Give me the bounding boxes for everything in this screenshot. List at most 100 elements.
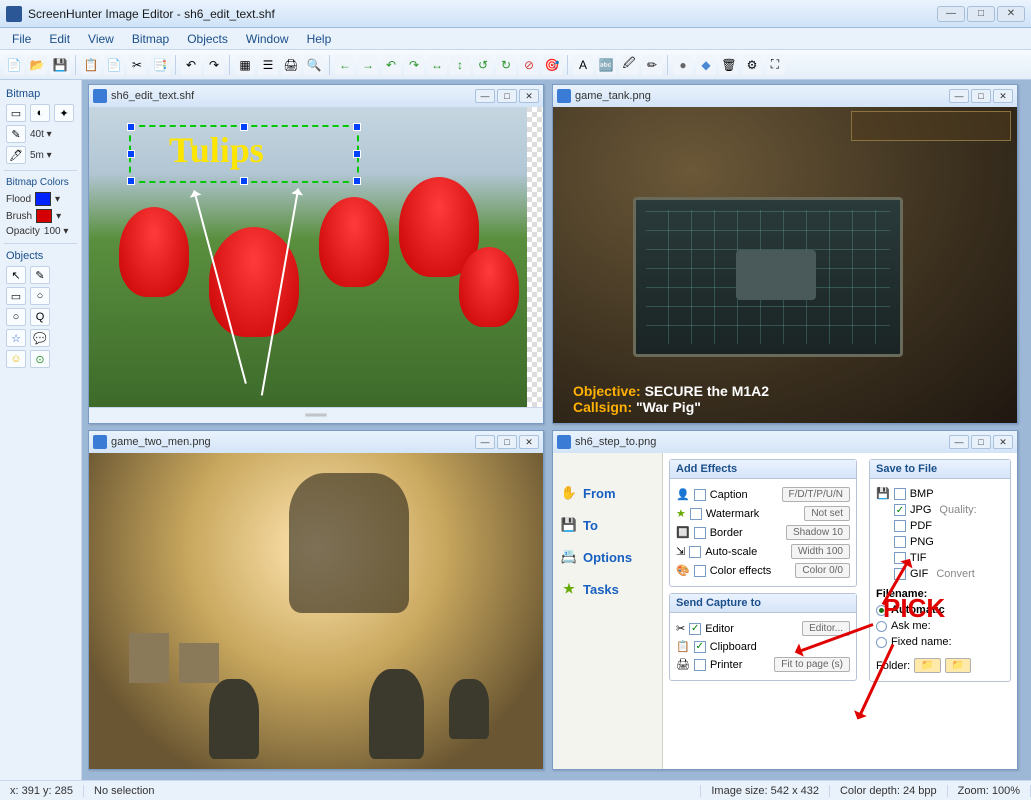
magic-tool[interactable]: ✦ bbox=[54, 104, 74, 122]
menu-help[interactable]: Help bbox=[299, 30, 340, 48]
star-tool[interactable]: ☆ bbox=[6, 329, 26, 347]
caption-checkbox[interactable] bbox=[694, 489, 706, 501]
printer-button[interactable]: Fit to page (s) bbox=[774, 657, 850, 672]
nav-tasks[interactable]: ★Tasks bbox=[553, 573, 662, 605]
border-button[interactable]: Shadow 10 bbox=[786, 525, 850, 540]
child-window-tank[interactable]: game_tank.png —□✕ Objective: SECURE the … bbox=[552, 84, 1018, 424]
child-window-twomen[interactable]: game_two_men.png —□✕ bbox=[88, 430, 544, 770]
new-icon[interactable]: 📄 bbox=[4, 55, 24, 75]
arrow-left-icon[interactable]: ← bbox=[335, 55, 355, 75]
child-close-button[interactable]: ✕ bbox=[993, 435, 1013, 449]
balloon-tool[interactable]: Q bbox=[30, 308, 50, 326]
undo-icon[interactable]: ↶ bbox=[181, 55, 201, 75]
brush-color-swatch[interactable] bbox=[36, 209, 52, 223]
smiley-tool[interactable]: ☺ bbox=[6, 350, 26, 368]
pencil-icon[interactable]: ✏ bbox=[642, 55, 662, 75]
copy-icon[interactable]: 📋 bbox=[81, 55, 101, 75]
canvas-tank[interactable]: Objective: SECURE the M1A2 Callsign: "Wa… bbox=[553, 107, 1017, 423]
cut-icon[interactable]: ✂ bbox=[127, 55, 147, 75]
target-icon[interactable]: 🎯 bbox=[542, 55, 562, 75]
edit-tool[interactable]: ✎ bbox=[30, 266, 50, 284]
save-icon[interactable]: 💾 bbox=[50, 55, 70, 75]
rect-tool[interactable]: ▭ bbox=[6, 287, 26, 305]
watermark-checkbox[interactable] bbox=[690, 508, 702, 520]
redo-icon[interactable]: ↷ bbox=[204, 55, 224, 75]
flood-dropdown[interactable]: ▾ bbox=[55, 194, 60, 205]
duplicate-icon[interactable]: 📑 bbox=[150, 55, 170, 75]
close-button[interactable]: ✕ bbox=[997, 6, 1025, 22]
rotate-ccw-icon[interactable]: ↺ bbox=[473, 55, 493, 75]
canvas-step[interactable]: ✋From 💾To 📇Options ★Tasks Add Effects 👤C… bbox=[553, 453, 1017, 769]
printer-checkbox[interactable] bbox=[694, 659, 706, 671]
pen-icon[interactable]: 🖊 bbox=[6, 146, 26, 164]
child-close-button[interactable]: ✕ bbox=[519, 89, 539, 103]
rotate-cw-icon[interactable]: ↻ bbox=[496, 55, 516, 75]
circle-tool[interactable]: ○ bbox=[30, 287, 50, 305]
selection-box[interactable] bbox=[129, 125, 359, 183]
autoscale-checkbox[interactable] bbox=[689, 546, 701, 558]
select-icon[interactable]: ▦ bbox=[235, 55, 255, 75]
menu-bitmap[interactable]: Bitmap bbox=[124, 30, 177, 48]
font-icon[interactable]: 🔤 bbox=[596, 55, 616, 75]
editor-checkbox[interactable]: ✓ bbox=[689, 623, 701, 635]
child-close-button[interactable]: ✕ bbox=[519, 435, 539, 449]
coloreffects-button[interactable]: Color 0/0 bbox=[795, 563, 850, 578]
ellipse-tool[interactable]: ○ bbox=[6, 308, 26, 326]
canvas-tulips[interactable]: Tulips bbox=[89, 107, 543, 407]
fixed-radio[interactable] bbox=[876, 637, 887, 648]
nav-options[interactable]: 📇Options bbox=[553, 541, 662, 573]
trash-icon[interactable]: 🗑 bbox=[719, 55, 739, 75]
prohibit-icon[interactable]: ⊘ bbox=[519, 55, 539, 75]
stamp-tool[interactable]: ⊙ bbox=[30, 350, 50, 368]
open-icon[interactable]: 📂 bbox=[27, 55, 47, 75]
minimize-button[interactable]: — bbox=[937, 6, 965, 22]
folder-button-1[interactable]: 📁 bbox=[914, 658, 940, 673]
child-close-button[interactable]: ✕ bbox=[993, 89, 1013, 103]
folder-button-2[interactable]: 📁 bbox=[945, 658, 971, 673]
child-titlebar[interactable]: game_two_men.png —□✕ bbox=[89, 431, 543, 453]
print-icon[interactable]: 🖨 bbox=[281, 55, 301, 75]
child-min-button[interactable]: — bbox=[949, 435, 969, 449]
maximize-button[interactable]: □ bbox=[967, 6, 995, 22]
rect-select-tool[interactable]: ▭ bbox=[6, 104, 26, 122]
child-min-button[interactable]: — bbox=[475, 435, 495, 449]
list-icon[interactable]: ☰ bbox=[258, 55, 278, 75]
flip-v-icon[interactable]: ↕ bbox=[450, 55, 470, 75]
paste-icon[interactable]: 📄 bbox=[104, 55, 124, 75]
jpg-checkbox[interactable]: ✓ bbox=[894, 504, 906, 516]
child-max-button[interactable]: □ bbox=[497, 435, 517, 449]
menu-file[interactable]: File bbox=[4, 30, 39, 48]
zoom-icon[interactable]: 🔍 bbox=[304, 55, 324, 75]
flip-h-icon[interactable]: ↔ bbox=[427, 55, 447, 75]
undo-green-icon[interactable]: ↶ bbox=[381, 55, 401, 75]
child-titlebar[interactable]: sh6_edit_text.shf — □ ✕ bbox=[89, 85, 543, 107]
redo-green-icon[interactable]: ↷ bbox=[404, 55, 424, 75]
callout-tool[interactable]: 💬 bbox=[30, 329, 50, 347]
gear-icon[interactable]: ⚙ bbox=[742, 55, 762, 75]
pointer-tool[interactable]: ↖ bbox=[6, 266, 26, 284]
menu-edit[interactable]: Edit bbox=[41, 30, 78, 48]
menu-view[interactable]: View bbox=[80, 30, 122, 48]
brush-dropdown[interactable]: ▾ bbox=[56, 211, 61, 222]
tolerance-label[interactable]: 40t ▾ bbox=[30, 129, 52, 140]
border-checkbox[interactable] bbox=[694, 527, 706, 539]
child-min-button[interactable]: — bbox=[949, 89, 969, 103]
text-icon[interactable]: A bbox=[573, 55, 593, 75]
ellipse-select-tool[interactable]: ◐ bbox=[30, 104, 50, 122]
pdf-checkbox[interactable] bbox=[894, 520, 906, 532]
child-max-button[interactable]: □ bbox=[497, 89, 517, 103]
caption-button[interactable]: F/D/T/P/U/N bbox=[782, 487, 850, 502]
bmp-checkbox[interactable] bbox=[894, 488, 906, 500]
child-max-button[interactable]: □ bbox=[971, 435, 991, 449]
opacity-value[interactable]: 100 ▾ bbox=[44, 226, 68, 237]
wand-icon[interactable]: ✎ bbox=[6, 125, 26, 143]
coloreffects-checkbox[interactable] bbox=[694, 565, 706, 577]
menu-objects[interactable]: Objects bbox=[179, 30, 236, 48]
child-max-button[interactable]: □ bbox=[971, 89, 991, 103]
autoscale-button[interactable]: Width 100 bbox=[791, 544, 850, 559]
brush-icon[interactable]: 🖉 bbox=[619, 55, 639, 75]
menu-window[interactable]: Window bbox=[238, 30, 297, 48]
nav-to[interactable]: 💾To bbox=[553, 509, 662, 541]
child-scrollbar[interactable]: ═══ bbox=[89, 407, 543, 423]
arrow-right-icon[interactable]: → bbox=[358, 55, 378, 75]
